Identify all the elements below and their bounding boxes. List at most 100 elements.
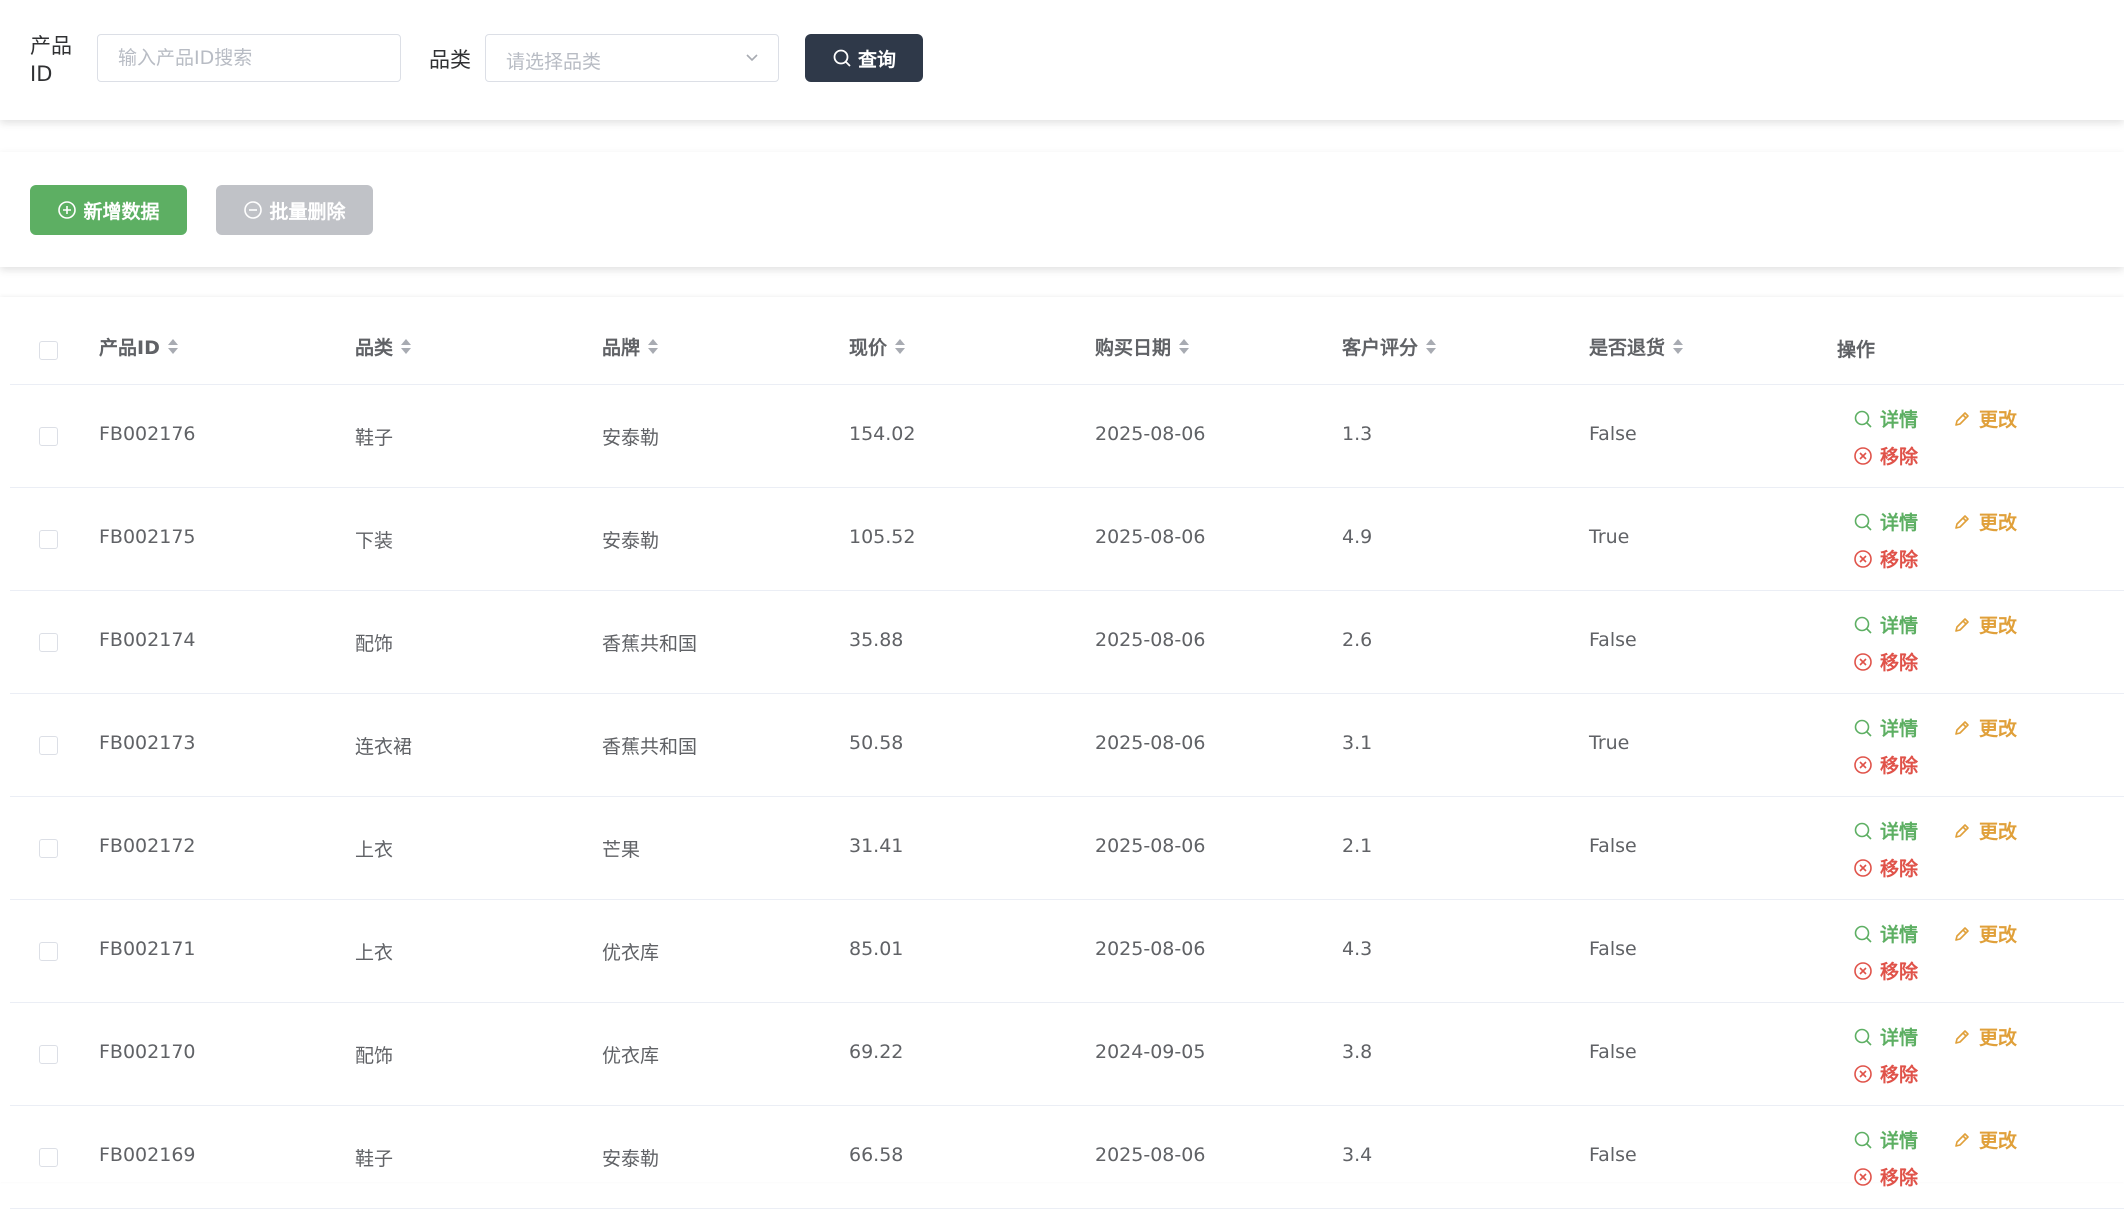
column-header-label: 操作	[1837, 339, 1876, 361]
detail-button-label: 详情	[1880, 409, 1919, 431]
sort-icon[interactable]	[895, 339, 906, 354]
column-header-product-id[interactable]: 产品ID	[99, 333, 178, 360]
edit-button[interactable]: 更改	[1952, 714, 2017, 741]
purchase-date-cell: 2025-08-06	[1095, 629, 1206, 651]
select-all-checkbox[interactable]	[39, 341, 58, 360]
sort-icon[interactable]	[1673, 339, 1684, 354]
column-header-label: 是否退货	[1589, 337, 1666, 359]
product-id-cell: FB002170	[99, 1041, 196, 1063]
row-checkbox[interactable]	[39, 736, 58, 755]
rating-cell: 3.1	[1342, 732, 1373, 754]
sort-icon[interactable]	[1179, 339, 1190, 354]
detail-button-label: 详情	[1880, 821, 1919, 843]
search-icon	[1853, 615, 1873, 635]
product-id-cell: FB002169	[99, 1144, 196, 1166]
product-id-cell: FB002172	[99, 835, 196, 857]
table-row: FB002172 上衣 芒果 31.41 2025-08-06 2.1 False 详情 更改移…	[10, 797, 2124, 900]
edit-button-label: 更改	[1979, 512, 2018, 534]
search-icon	[833, 49, 851, 67]
row-checkbox[interactable]	[39, 1148, 58, 1167]
pencil-icon	[1952, 615, 1972, 635]
detail-button[interactable]: 详情	[1853, 920, 1918, 947]
price-cell: 69.22	[849, 1041, 904, 1063]
sort-icon[interactable]	[401, 339, 412, 354]
returned-cell: False	[1589, 938, 1637, 960]
close-circle-icon	[1853, 1064, 1873, 1084]
detail-button-label: 详情	[1880, 718, 1919, 740]
close-circle-icon	[1853, 446, 1873, 466]
remove-button[interactable]: 移除	[1853, 854, 1918, 881]
detail-button-label: 详情	[1880, 1130, 1919, 1152]
detail-button[interactable]: 详情	[1853, 611, 1918, 638]
product-id-cell: FB002176	[99, 423, 196, 445]
row-checkbox[interactable]	[39, 530, 58, 549]
sort-icon[interactable]	[1426, 339, 1437, 354]
row-checkbox[interactable]	[39, 427, 58, 446]
edit-button[interactable]: 更改	[1952, 611, 2017, 638]
remove-button-label: 移除	[1880, 858, 1919, 880]
edit-button[interactable]: 更改	[1952, 817, 2017, 844]
batch-delete-button[interactable]: 批量删除	[216, 185, 373, 235]
remove-button[interactable]: 移除	[1853, 442, 1918, 469]
column-header-purchase-date[interactable]: 购买日期	[1095, 333, 1190, 360]
chevron-down-icon	[746, 54, 758, 62]
remove-button[interactable]: 移除	[1853, 957, 1918, 984]
detail-button[interactable]: 详情	[1853, 817, 1918, 844]
detail-button-label: 详情	[1880, 512, 1919, 534]
column-header-label: 产品ID	[99, 337, 160, 359]
detail-button[interactable]: 详情	[1853, 405, 1918, 432]
plus-circle-icon	[58, 201, 77, 219]
edit-button[interactable]: 更改	[1952, 920, 2017, 947]
column-header-price[interactable]: 现价	[849, 333, 906, 360]
column-header-label: 品牌	[602, 337, 641, 359]
search-icon	[1853, 1130, 1873, 1150]
column-header-returned[interactable]: 是否退货	[1589, 333, 1684, 360]
category-cell: 下装	[355, 530, 394, 552]
edit-button[interactable]: 更改	[1952, 508, 2017, 535]
sort-icon[interactable]	[167, 339, 178, 354]
column-header-actions: 操作	[1837, 335, 1875, 362]
edit-button[interactable]: 更改	[1952, 405, 2017, 432]
detail-button[interactable]: 详情	[1853, 1126, 1918, 1153]
price-cell: 31.41	[849, 835, 904, 857]
add-data-label: 新增数据	[83, 200, 160, 223]
column-header-rating[interactable]: 客户评分	[1342, 333, 1437, 360]
close-circle-icon	[1853, 549, 1873, 569]
product-id-cell: FB002171	[99, 938, 196, 960]
close-circle-icon	[1853, 755, 1873, 775]
detail-button[interactable]: 详情	[1853, 508, 1918, 535]
edit-button[interactable]: 更改	[1952, 1126, 2017, 1153]
detail-button[interactable]: 详情	[1853, 1023, 1918, 1050]
column-header-label: 现价	[849, 337, 888, 359]
detail-button[interactable]: 详情	[1853, 714, 1918, 741]
column-header-brand[interactable]: 品牌	[602, 333, 659, 360]
add-data-button[interactable]: 新增数据	[30, 185, 187, 235]
brand-cell: 安泰勒	[602, 427, 660, 449]
purchase-date-cell: 2025-08-06	[1095, 526, 1206, 548]
category-cell: 鞋子	[355, 427, 394, 449]
remove-button[interactable]: 移除	[1853, 648, 1918, 675]
category-select[interactable]: 请选择品类	[485, 34, 779, 82]
row-checkbox[interactable]	[39, 633, 58, 652]
column-header-category[interactable]: 品类	[355, 333, 412, 360]
remove-button[interactable]: 移除	[1853, 1163, 1918, 1190]
returned-cell: False	[1589, 423, 1637, 445]
remove-button[interactable]: 移除	[1853, 1060, 1918, 1087]
pencil-icon	[1952, 924, 1972, 944]
edit-button-label: 更改	[1979, 409, 2018, 431]
category-cell: 鞋子	[355, 1148, 394, 1170]
query-button[interactable]: 查询	[805, 34, 923, 82]
remove-button[interactable]: 移除	[1853, 545, 1918, 572]
row-checkbox[interactable]	[39, 1045, 58, 1064]
category-label: 品类	[429, 48, 471, 72]
remove-button-label: 移除	[1880, 1064, 1919, 1086]
edit-button[interactable]: 更改	[1952, 1023, 2017, 1050]
product-id-input[interactable]	[97, 34, 401, 82]
sort-icon[interactable]	[648, 339, 659, 354]
row-checkbox[interactable]	[39, 839, 58, 858]
toolbar-panel: 新增数据 批量删除	[0, 152, 2124, 267]
price-cell: 105.52	[849, 526, 916, 548]
row-checkbox[interactable]	[39, 942, 58, 961]
edit-button-label: 更改	[1979, 821, 2018, 843]
remove-button[interactable]: 移除	[1853, 751, 1918, 778]
